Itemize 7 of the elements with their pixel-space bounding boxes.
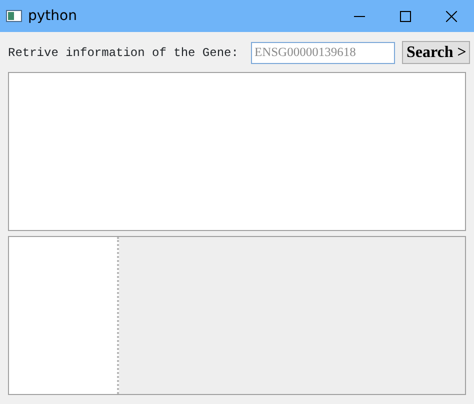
close-icon <box>446 10 456 22</box>
maximize-icon <box>400 10 410 22</box>
app-icon <box>6 10 22 22</box>
gene-label: Retrive information of the Gene: <box>8 44 238 62</box>
window-title: python <box>28 6 77 26</box>
search-button[interactable]: Search > <box>402 41 470 64</box>
gene-field[interactable]: ENSG00000139618 <box>251 42 396 64</box>
